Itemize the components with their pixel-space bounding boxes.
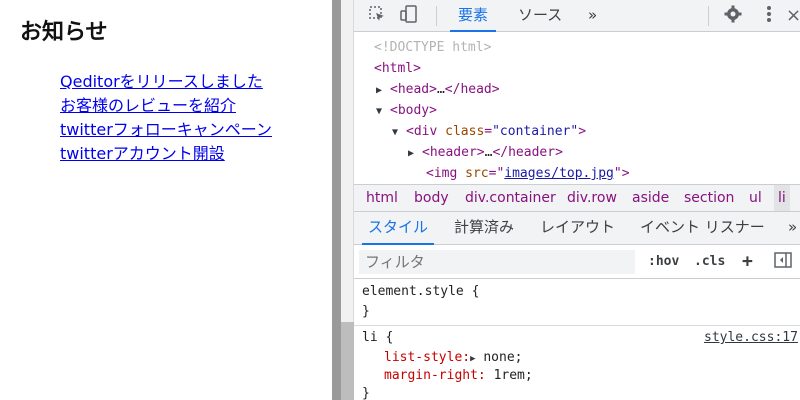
news-link[interactable]: お客様のレビューを紹介: [60, 96, 236, 115]
news-link[interactable]: twitterアカウント開設: [60, 144, 225, 163]
toggle-sidebar-icon[interactable]: [772, 251, 794, 273]
breadcrumb-item[interactable]: body: [414, 185, 449, 211]
header-open-tag: <header>: [422, 145, 485, 160]
expand-arrow-icon[interactable]: ▶: [376, 80, 390, 101]
style-declaration[interactable]: list-style:▶ none;: [384, 348, 522, 367]
quote-mark: ": [613, 166, 622, 181]
close-bracket: >: [578, 124, 587, 139]
element-style-selector[interactable]: element.style {: [362, 282, 479, 301]
news-list: Qeditorをリリースしました お客様のレビューを紹介 twitterフォロー…: [60, 70, 272, 166]
dom-node-head[interactable]: ▶ <head>…</head>: [376, 79, 500, 100]
close-brace: }: [362, 386, 370, 400]
attr-link[interactable]: images/top.jpg: [504, 166, 614, 181]
class-toggle-button[interactable]: .cls: [694, 252, 725, 272]
more-subtabs-button[interactable]: »: [782, 212, 800, 245]
attr-value: "container": [492, 124, 579, 139]
style-declaration[interactable]: margin-right: 1rem;: [384, 366, 533, 385]
new-rule-button[interactable]: +: [742, 252, 753, 272]
collapse-arrow-icon[interactable]: ▼: [392, 122, 406, 143]
equals-sign: =: [484, 124, 493, 139]
equals-sign: =": [488, 166, 505, 181]
styles-pane: element.style { } li { style.css:17 list…: [354, 280, 800, 400]
img-open-tag: <img: [426, 166, 466, 181]
li-selector[interactable]: li {: [362, 328, 393, 347]
inspect-element-icon[interactable]: [366, 5, 388, 27]
list-item: twitterフォローキャンペーン: [60, 118, 272, 142]
open-brace: {: [385, 330, 394, 345]
breadcrumb-item[interactable]: ul: [749, 185, 762, 211]
breadcrumb-item[interactable]: section: [684, 185, 734, 211]
element-style-rule: element.style { }: [354, 280, 800, 326]
kebab-menu-icon[interactable]: [758, 5, 780, 27]
header-close-tag: </header>: [492, 145, 563, 160]
page-viewport: お知らせ Qeditorをリリースしました お客様のレビューを紹介 twitte…: [0, 0, 332, 400]
expand-arrow-icon[interactable]: ▶: [470, 354, 475, 364]
attr-name: src: [465, 166, 489, 181]
breadcrumb-item[interactable]: html: [366, 185, 398, 211]
styles-subtabs: スタイル 計算済み レイアウト イベント リスナー »: [354, 212, 800, 245]
doctype-text: <!DOCTYPE html>: [374, 40, 492, 55]
list-item: twitterアカウント開設: [60, 142, 272, 166]
tab-layout[interactable]: レイアウト: [534, 212, 621, 245]
dom-tree: <!DOCTYPE html> <html> ▶ <head>…</head> ▼…: [354, 33, 800, 183]
property-name: margin-right:: [384, 368, 486, 383]
dom-node-html[interactable]: <html>: [374, 58, 421, 79]
collapsed-ellipsis: …: [436, 82, 445, 97]
open-brace: {: [471, 284, 480, 299]
dom-node-img[interactable]: <img src="images/top.jpg">: [426, 163, 630, 183]
news-link[interactable]: Qeditorをリリースしました: [60, 72, 263, 91]
dom-node-div-container[interactable]: ▼ <div class="container">: [392, 121, 586, 142]
tab-event-listeners[interactable]: イベント リスナー: [634, 212, 771, 245]
li-rule: li { style.css:17 list-style:▶ none; mar…: [354, 326, 800, 400]
div-open-tag: <div: [406, 124, 446, 139]
selector-text: li: [362, 330, 378, 345]
dom-node-header[interactable]: ▶ <header>…</header>: [408, 142, 563, 163]
source-link[interactable]: style.css:17: [704, 328, 798, 347]
property-name: list-style:: [384, 350, 471, 365]
list-item: Qeditorをリリースしました: [60, 70, 272, 94]
devtools-panel: 要素 ソース » × <!DOCTYPE html> <html> ▶ <head…: [354, 0, 800, 400]
head-open-tag: <head>: [390, 82, 437, 97]
attr-name: class: [445, 124, 485, 139]
dom-node-body[interactable]: ▼ <body>: [376, 100, 437, 121]
head-close-tag: </head>: [444, 82, 500, 97]
breadcrumb-item[interactable]: aside: [632, 185, 669, 211]
scrollbar-track: [341, 0, 354, 322]
toolbar-divider: [436, 6, 437, 26]
devtools-toolbar: 要素 ソース » ×: [354, 0, 800, 32]
breadcrumb-item[interactable]: div.container: [465, 185, 556, 211]
filter-input[interactable]: [359, 250, 635, 274]
property-value: none;: [483, 350, 523, 365]
gear-icon[interactable]: [722, 5, 744, 27]
tab-elements[interactable]: 要素: [450, 0, 497, 32]
device-toolbar-icon[interactable]: [398, 5, 420, 27]
page-title: お知らせ: [20, 20, 108, 45]
news-link[interactable]: twitterフォローキャンペーン: [60, 120, 272, 139]
hover-state-button[interactable]: :hov: [648, 252, 679, 272]
selector-text: element.style: [362, 284, 464, 299]
toolbar-divider: [708, 6, 709, 26]
tab-sources[interactable]: ソース: [510, 0, 570, 32]
html-tag: <html>: [374, 61, 421, 76]
property-value: 1rem;: [493, 368, 533, 383]
collapse-arrow-icon[interactable]: ▼: [376, 101, 390, 122]
close-bracket: >: [621, 166, 630, 181]
panel-splitter[interactable]: [332, 0, 341, 400]
close-brace: }: [362, 304, 370, 319]
close-icon[interactable]: ×: [786, 5, 800, 27]
tab-styles[interactable]: スタイル: [362, 212, 435, 245]
more-tabs-button[interactable]: »: [580, 0, 605, 32]
expand-arrow-icon[interactable]: ▶: [408, 143, 422, 164]
breadcrumb-item-selected[interactable]: li: [774, 185, 790, 211]
tab-computed[interactable]: 計算済み: [448, 212, 520, 245]
breadcrumb-item[interactable]: div.row: [567, 185, 617, 211]
styles-filter-bar: :hov .cls +: [354, 245, 800, 279]
body-open-tag: <body>: [390, 103, 437, 118]
scrollbar-thumb[interactable]: [341, 322, 354, 400]
list-item: お客様のレビューを紹介: [60, 94, 272, 118]
breadcrumb: html body div.container div.row aside se…: [354, 184, 800, 212]
dom-node-doctype[interactable]: <!DOCTYPE html>: [374, 37, 491, 58]
